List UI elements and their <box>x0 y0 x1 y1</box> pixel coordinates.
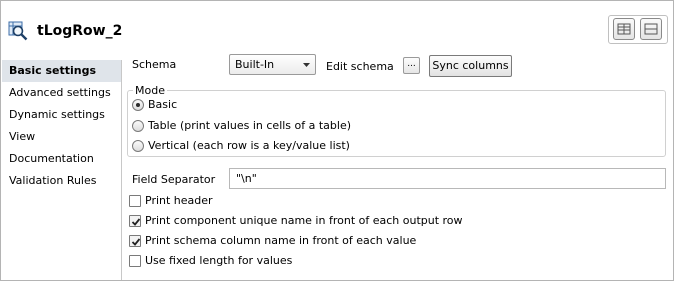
sidebar-item-basic-settings[interactable]: Basic settings <box>2 60 121 82</box>
sidebar-item-advanced-settings[interactable]: Advanced settings <box>2 82 121 104</box>
panel-header: tLogRow_2 <box>2 2 672 46</box>
checkmark-icon <box>131 238 141 246</box>
field-separator-input[interactable] <box>229 168 666 189</box>
settings-sidebar: Basic settings Advanced settings Dynamic… <box>2 60 122 280</box>
basic-settings-content: Schema Built-In Edit schema ... Sync col… <box>123 46 673 280</box>
two-column-layout-icon <box>617 23 631 35</box>
sidebar-item-validation-rules[interactable]: Validation Rules <box>2 170 121 192</box>
sidebar-item-dynamic-settings[interactable]: Dynamic settings <box>2 104 121 126</box>
checkbox[interactable] <box>129 235 141 247</box>
checkbox[interactable] <box>129 215 141 227</box>
radio-button[interactable] <box>132 120 144 132</box>
radio-button[interactable] <box>132 99 144 111</box>
chevron-down-icon <box>303 63 310 67</box>
schema-label: Schema <box>132 58 177 71</box>
checkbox-label: Print schema column name in front of eac… <box>145 234 417 247</box>
radio-button[interactable] <box>132 140 144 152</box>
magnifier-table-icon <box>8 21 28 41</box>
field-separator-label: Field Separator <box>132 173 216 186</box>
mode-legend: Mode <box>133 84 167 97</box>
checkbox[interactable] <box>129 195 141 207</box>
mode-radio-label: Basic <box>148 98 178 111</box>
checkbox[interactable] <box>129 255 141 267</box>
checkmark-icon <box>131 218 141 226</box>
checkbox-label: Use fixed length for values <box>145 254 293 267</box>
sidebar-item-view[interactable]: View <box>2 126 121 148</box>
edit-schema-button[interactable]: ... <box>403 57 420 74</box>
edit-schema-label: Edit schema <box>326 60 394 73</box>
mode-radio-label: Table (print values in cells of a table) <box>148 119 352 132</box>
component-settings-panel: tLogRow_2 Basic settings Advanced settin… <box>0 0 674 281</box>
two-row-layout-button[interactable] <box>640 18 662 40</box>
two-row-layout-icon <box>644 23 658 35</box>
sidebar-item-documentation[interactable]: Documentation <box>2 148 121 170</box>
mode-radio-label: Vertical (each row is a key/value list) <box>148 139 350 152</box>
checkbox-label: Print header <box>145 194 213 207</box>
mode-group: Mode Basic Table (print values in cells … <box>127 84 666 157</box>
checkbox-label: Print component unique name in front of … <box>145 214 463 227</box>
sync-columns-button[interactable]: Sync columns <box>429 55 512 77</box>
schema-dropdown-value: Built-In <box>235 58 275 71</box>
two-column-layout-button[interactable] <box>613 18 635 40</box>
component-title: tLogRow_2 <box>37 23 123 39</box>
schema-dropdown[interactable]: Built-In <box>229 54 316 75</box>
